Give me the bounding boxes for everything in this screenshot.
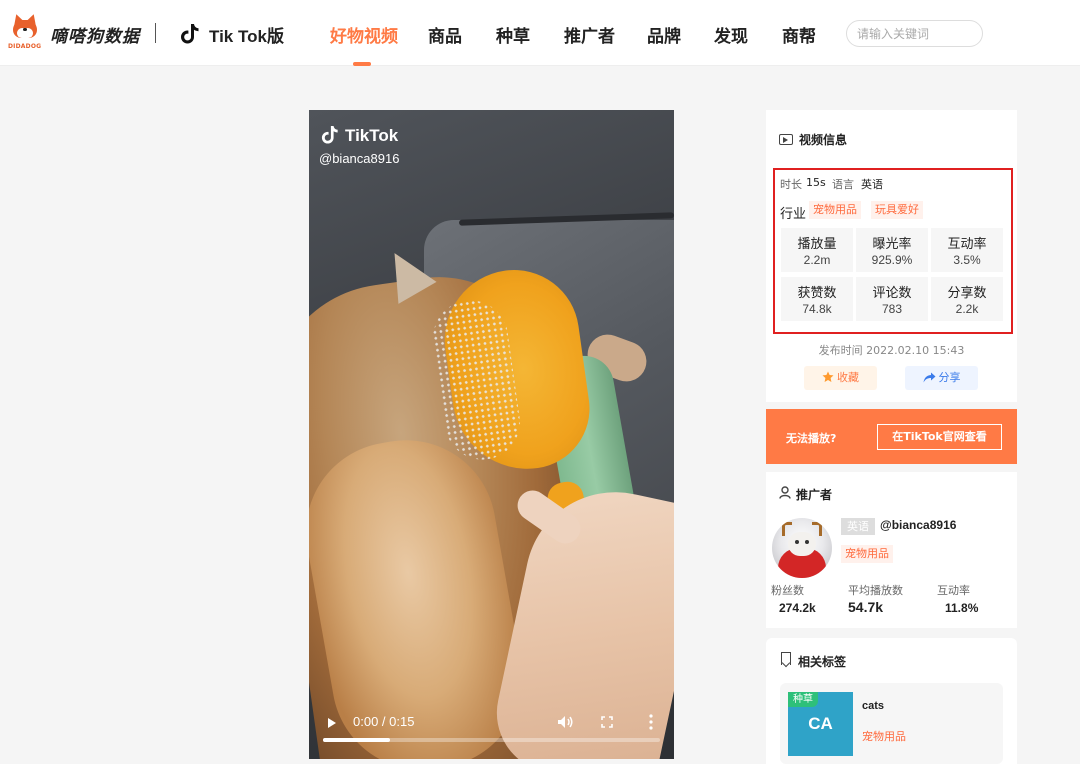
fullscreen-icon[interactable]	[601, 716, 613, 728]
nav-discover[interactable]: 发现	[714, 22, 748, 47]
nav-good-videos[interactable]: 好物视频	[330, 22, 398, 47]
video-time: 0:00 / 0:15	[353, 714, 415, 729]
favorite-button[interactable]: 收藏	[804, 366, 877, 390]
promoter-category-tag: 宠物用品	[841, 545, 893, 563]
nav-products[interactable]: 商品	[428, 22, 462, 47]
stat-engagement: 互动率 3.5%	[931, 228, 1003, 272]
share-button[interactable]: 分享	[905, 366, 978, 390]
stat-label: 播放量	[797, 237, 837, 252]
video-username: @bianca8916	[319, 151, 400, 166]
stat-value: 2.2k	[955, 302, 979, 316]
related-tags-title: 相关标签	[798, 655, 847, 669]
didadog-logo[interactable]: DIDADOG	[8, 12, 44, 50]
bookmark-icon	[781, 652, 791, 665]
stat-value: 74.8k	[802, 302, 832, 316]
progress-bar[interactable]	[323, 738, 660, 742]
stat-label: 互动率	[947, 237, 987, 252]
stat-value: 925.9%	[871, 253, 913, 267]
avg-plays-label: 平均播放数	[848, 584, 903, 597]
brand-name[interactable]: 嘀嗒狗数据	[50, 22, 140, 47]
nav-active-indicator	[353, 62, 371, 66]
language-label: 语言	[832, 178, 854, 191]
person-icon	[779, 486, 791, 499]
tiktok-icon	[181, 24, 199, 44]
more-options-icon[interactable]	[649, 714, 653, 730]
stat-exposure: 曝光率 925.9%	[856, 228, 928, 272]
video-controls: 0:00 / 0:15	[309, 700, 674, 759]
language-badge: 英语	[841, 518, 875, 535]
video-icon	[779, 134, 793, 145]
volume-icon[interactable]	[557, 715, 573, 729]
publish-time: 发布时间 2022.02.10 15:43	[818, 344, 965, 357]
nav-brands[interactable]: 品牌	[647, 22, 681, 47]
followers-label: 粉丝数	[771, 584, 804, 597]
share-arrow-icon	[923, 372, 935, 383]
engagement-value: 11.8%	[945, 601, 979, 615]
search-input[interactable]	[846, 20, 983, 47]
favorite-label: 收藏	[837, 371, 859, 384]
promoter-handle[interactable]: @bianca8916	[880, 518, 956, 532]
cant-play-text: 无法播放?	[786, 432, 837, 445]
stat-value: 783	[881, 302, 903, 316]
view-on-tiktok-button[interactable]: 在TikTok官网查看	[877, 424, 1002, 450]
stat-label: 曝光率	[872, 237, 912, 252]
progress-fill	[323, 738, 391, 742]
industry-label: 行业	[780, 207, 807, 222]
dog-logo-icon	[10, 12, 40, 40]
stat-comments: 评论数 783	[856, 277, 928, 321]
duration-label: 时长	[780, 178, 802, 191]
avatar[interactable]	[772, 518, 832, 578]
industry-tag[interactable]: 玩具爱好	[871, 201, 923, 219]
stat-plays: 播放量 2.2m	[781, 228, 853, 272]
stat-shares: 分享数 2.2k	[931, 277, 1003, 321]
stat-value: 3.5%	[953, 253, 981, 267]
stat-label: 分享数	[947, 286, 987, 301]
stat-likes: 获赞数 74.8k	[781, 277, 853, 321]
top-header: DIDADOG 嘀嗒狗数据 Tik Tok版 好物视频 商品 种草 推广者 品牌…	[0, 0, 1080, 66]
followers-value: 274.2k	[779, 601, 816, 615]
stat-label: 评论数	[872, 286, 912, 301]
play-icon[interactable]	[328, 718, 336, 728]
seeding-badge: 种草	[788, 692, 818, 707]
avg-plays-value: 54.7k	[848, 599, 884, 615]
engagement-label: 互动率	[937, 584, 970, 597]
logo-subtext: DIDADOG	[8, 43, 42, 50]
share-label: 分享	[938, 371, 961, 384]
duration-value: 15s	[806, 176, 826, 189]
brand-divider	[155, 23, 156, 43]
stat-label: 获赞数	[797, 286, 837, 301]
watermark-text: TikTok	[345, 126, 399, 145]
video-player[interactable]: TikTok @bianca8916 0:00 / 0:15	[309, 110, 674, 759]
promoter-title: 推广者	[796, 488, 833, 502]
nav-promoters[interactable]: 推广者	[564, 22, 615, 47]
tiktok-watermark-icon	[321, 126, 338, 144]
nav-seeding[interactable]: 种草	[496, 22, 530, 47]
stat-value: 2.2m	[803, 253, 831, 267]
nav-business-help[interactable]: 商帮	[782, 22, 816, 47]
tag-thumbnail-text: CA	[808, 714, 833, 733]
industry-tag[interactable]: 宠物用品	[809, 201, 861, 219]
language-value: 英语	[861, 178, 883, 191]
tag-category: 宠物用品	[862, 730, 906, 743]
platform-label: Tik Tok版	[209, 27, 284, 46]
video-info-title: 视频信息	[799, 133, 848, 147]
tag-name[interactable]: cats	[862, 700, 884, 712]
star-icon	[822, 371, 834, 382]
